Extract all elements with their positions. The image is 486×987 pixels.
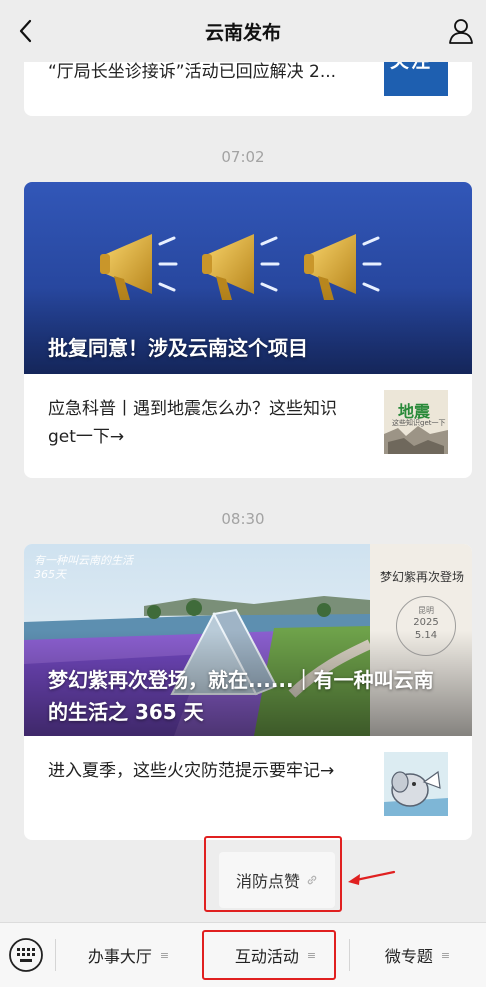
timestamp: 08:30 [221, 510, 265, 528]
user-profile-icon[interactable] [446, 16, 476, 46]
cover-tag: 梦幻紫再次登场 [380, 570, 465, 584]
thumbnail-subtitle: 这些知识get一下 [392, 419, 446, 427]
article-title[interactable]: 应急科普丨遇到地震怎么办？这些知识get一下→ [48, 395, 363, 451]
highlight-box-like-button [204, 836, 342, 912]
stamp-city: 昆明 [418, 606, 434, 615]
page-title: 云南发布 [204, 21, 281, 44]
article-title[interactable]: “厅局长坐诊接诉”活动已回应解决 2... [48, 58, 363, 86]
menu-hamburger-icon: ≡ [159, 948, 170, 962]
postmark-stamp: 昆明 2025 5.14 [396, 596, 456, 656]
menu-item-label: 办事大厅 [87, 947, 152, 966]
highlight-box-menu-item [202, 930, 336, 980]
cover-handwriting: 有一种叫云南的生活 365天 [34, 554, 133, 581]
elephant-megaphone-image [384, 752, 448, 816]
menu-item-label: 微专题 [384, 947, 433, 966]
divider [349, 939, 350, 971]
article-thumbnail: 地震 这些知识get一下 [384, 390, 448, 454]
cover-title: 批复同意！涉及云南这个项目 [48, 336, 308, 360]
timestamp: 07:02 [221, 148, 265, 166]
back-icon[interactable] [12, 16, 42, 46]
stamp-year: 2025 [413, 617, 439, 628]
article-thumbnail [384, 752, 448, 816]
stamp-date: 5.14 [414, 630, 438, 641]
menu-item-service-hall[interactable]: 办事大厅 ≡ [55, 923, 202, 987]
cover-article[interactable]: 批复同意！涉及云南这个项目 [24, 182, 472, 374]
nav-bar: 云南发布 [0, 0, 486, 62]
cover-title: 梦幻紫再次登场，就在......｜有一种叫云南的生活之 365 天 [48, 668, 434, 724]
article-group-card: 有一种叫云南的生活 365天 梦幻紫再次登场 昆明 2025 5.14 梦幻紫再… [24, 544, 472, 840]
article-title[interactable]: 进入夏季，这些火灾防范提示要牢记→ [48, 757, 363, 785]
annotation-arrow [348, 870, 396, 885]
menu-hamburger-icon: ≡ [440, 948, 451, 962]
keyboard-icon[interactable] [8, 937, 44, 973]
menu-item-micro-topics[interactable]: 微专题 ≡ [349, 923, 486, 987]
article-group-card: 批复同意！涉及云南这个项目 应急科普丨遇到地震怎么办？这些知识get一下→ 地震… [24, 182, 472, 478]
divider [55, 939, 56, 971]
cover-article[interactable]: 有一种叫云南的生活 365天 梦幻紫再次登场 昆明 2025 5.14 梦幻紫再… [24, 544, 472, 736]
